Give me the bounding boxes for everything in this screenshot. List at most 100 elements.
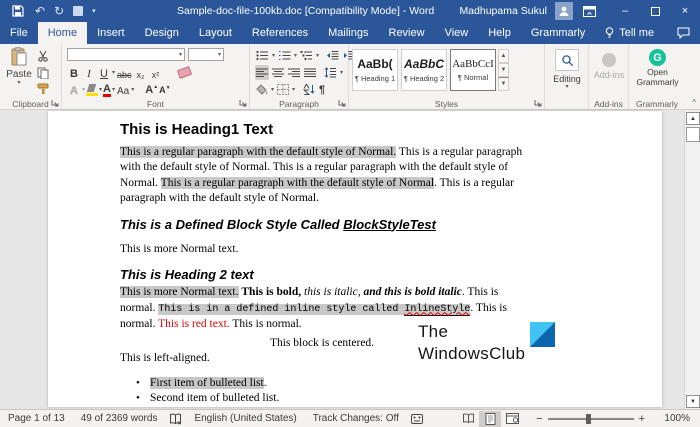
styles-dialog-launcher-icon[interactable] <box>534 99 542 107</box>
font-name-input[interactable]: ▾ <box>67 48 185 61</box>
font-color-dropdown-icon[interactable]: ▾ <box>112 87 115 93</box>
paragraph-dialog-launcher-icon[interactable] <box>338 99 346 107</box>
save-icon[interactable] <box>10 4 26 18</box>
cut-icon[interactable] <box>35 49 51 63</box>
strikethrough-button[interactable]: abc <box>116 65 133 80</box>
font-size-dropdown-icon[interactable]: ▾ <box>218 52 221 58</box>
scrollbar-thumb[interactable] <box>686 127 700 142</box>
multilevel-list-button[interactable] <box>299 48 314 63</box>
text-effects-button[interactable]: A <box>67 82 81 97</box>
line-spacing-dropdown-icon[interactable]: ▾ <box>340 70 343 76</box>
bold-button[interactable]: B <box>67 65 81 80</box>
ribbon-display-options-icon[interactable] <box>583 6 596 17</box>
borders-button[interactable] <box>276 82 290 97</box>
grow-font-button[interactable]: A▲ <box>145 84 158 96</box>
zoom-slider[interactable] <box>548 418 634 420</box>
document-page[interactable]: This is Heading1 Text This is a regular … <box>48 111 662 407</box>
macro-recording-icon[interactable] <box>407 414 427 424</box>
grammarly-icon[interactable]: G <box>649 49 666 66</box>
redo-icon[interactable]: ↻ <box>54 5 64 17</box>
tab-help[interactable]: Help <box>478 22 521 44</box>
editing-dropdown-icon[interactable]: ▾ <box>565 84 568 90</box>
font-color-button[interactable]: A <box>103 83 111 97</box>
tab-layout[interactable]: Layout <box>189 22 242 44</box>
tab-view[interactable]: View <box>435 22 479 44</box>
tell-me-box[interactable]: Tell me <box>595 22 664 44</box>
minimize-button[interactable]: – <box>610 0 640 22</box>
numbering-dropdown-icon[interactable]: ▾ <box>294 53 297 59</box>
print-layout-icon[interactable] <box>479 411 501 427</box>
shading-dropdown-icon[interactable]: ▾ <box>271 87 274 93</box>
sort-button[interactable] <box>302 82 316 97</box>
text-effects-dropdown-icon[interactable]: ▾ <box>82 87 85 93</box>
account-user-name[interactable]: Madhupama Sukul <box>459 5 547 17</box>
comments-icon[interactable] <box>677 27 690 39</box>
maximize-button[interactable] <box>640 0 670 22</box>
style-heading2[interactable]: AaBbC ¶ Heading 2 <box>401 49 447 91</box>
underline-dropdown-icon[interactable]: ▾ <box>112 70 115 76</box>
line-spacing-button[interactable] <box>323 65 338 80</box>
addins-icon[interactable] <box>602 53 616 67</box>
tab-mailings[interactable]: Mailings <box>318 22 378 44</box>
underline-button[interactable]: U <box>97 65 111 80</box>
superscript-button[interactable]: x² <box>149 65 163 80</box>
collapse-ribbon-icon[interactable]: ^ <box>692 98 696 107</box>
copy-icon[interactable] <box>35 66 51 80</box>
highlight-dropdown-icon[interactable]: ▾ <box>99 87 102 93</box>
clear-formatting-icon[interactable] <box>176 66 191 79</box>
styles-gallery-down-icon[interactable]: ▼ <box>498 63 509 77</box>
zoom-percentage[interactable]: 100% <box>650 413 690 424</box>
editing-button[interactable] <box>555 49 579 71</box>
proofing-icon[interactable] <box>165 413 186 425</box>
scroll-up-icon[interactable]: ▲ <box>686 112 700 125</box>
tab-grammarly[interactable]: Grammarly <box>521 22 595 44</box>
tab-review[interactable]: Review <box>379 22 435 44</box>
change-case-dropdown-icon[interactable]: ▾ <box>131 87 134 93</box>
tab-references[interactable]: References <box>242 22 318 44</box>
read-mode-icon[interactable] <box>457 411 479 427</box>
highlight-color-icon[interactable] <box>86 84 98 96</box>
avatar[interactable] <box>555 2 573 20</box>
shading-button[interactable] <box>255 82 269 97</box>
styles-gallery-more-icon[interactable]: ▼ <box>498 77 509 91</box>
touch-mode-icon[interactable] <box>73 6 83 16</box>
undo-icon[interactable]: ↶ <box>35 5 45 17</box>
language-indicator[interactable]: English (United States) <box>186 413 304 424</box>
change-case-button[interactable]: Aa <box>116 82 130 97</box>
bullets-dropdown-icon[interactable]: ▾ <box>272 53 275 59</box>
font-size-input[interactable]: ▾ <box>188 48 224 61</box>
tab-file[interactable]: File <box>0 22 38 44</box>
style-heading1[interactable]: AaBb( ¶ Heading 1 <box>352 49 398 91</box>
zoom-out-button[interactable]: − <box>531 413 547 425</box>
web-layout-icon[interactable] <box>501 411 523 427</box>
zoom-in-button[interactable]: + <box>634 413 650 425</box>
zoom-slider-thumb[interactable] <box>586 414 591 424</box>
align-right-button[interactable] <box>287 65 301 80</box>
scroll-down-icon[interactable]: ▼ <box>686 395 700 408</box>
align-center-button[interactable] <box>271 65 285 80</box>
show-formatting-marks-button[interactable]: ¶ <box>318 82 326 97</box>
italic-button[interactable]: I <box>82 65 96 80</box>
tab-insert[interactable]: Insert <box>87 22 135 44</box>
align-left-button[interactable] <box>255 65 269 80</box>
subscript-button[interactable]: x₂ <box>134 65 148 80</box>
borders-dropdown-icon[interactable]: ▾ <box>292 87 295 93</box>
font-name-dropdown-icon[interactable]: ▾ <box>179 52 182 58</box>
style-normal[interactable]: AaBbCcI ¶ Normal <box>450 49 496 91</box>
justify-button[interactable] <box>303 65 317 80</box>
open-grammarly-button[interactable]: Open Grammarly <box>632 68 683 88</box>
paste-dropdown-icon[interactable]: ▾ <box>17 80 20 86</box>
tab-design[interactable]: Design <box>135 22 189 44</box>
page-indicator[interactable]: Page 1 of 13 <box>0 413 73 424</box>
tab-home[interactable]: Home <box>38 22 87 44</box>
format-painter-icon[interactable] <box>35 82 51 96</box>
multilevel-dropdown-icon[interactable]: ▾ <box>316 53 319 59</box>
styles-gallery-up-icon[interactable]: ▲ <box>498 49 509 63</box>
font-dialog-launcher-icon[interactable] <box>239 99 247 107</box>
word-count[interactable]: 49 of 2369 words <box>73 413 166 424</box>
numbering-button[interactable] <box>277 48 292 63</box>
qat-customize-icon[interactable]: ▾ <box>92 7 96 15</box>
shrink-font-button[interactable]: A▼ <box>159 85 170 95</box>
bullets-button[interactable] <box>255 48 270 63</box>
decrease-indent-button[interactable] <box>325 48 340 63</box>
